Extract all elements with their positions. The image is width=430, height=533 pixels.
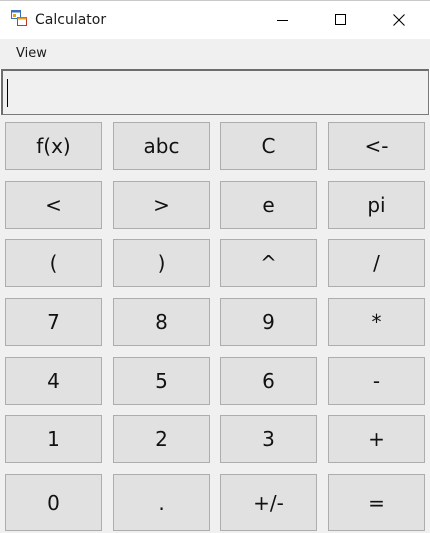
digit-0-button[interactable]: 0 <box>5 474 102 531</box>
close-button[interactable] <box>370 1 428 39</box>
subtract-button[interactable]: - <box>328 357 425 405</box>
digit-0-button-label: 0 <box>47 490 60 515</box>
variables-button[interactable]: abc <box>113 122 210 170</box>
negate-button-label: +/- <box>253 490 284 515</box>
display-field[interactable] <box>1 69 429 115</box>
equals-button-label: = <box>368 490 385 515</box>
digit-1-button[interactable]: 1 <box>5 415 102 463</box>
subtract-button-label: - <box>372 369 381 393</box>
digit-6-button[interactable]: 6 <box>220 357 317 405</box>
maximize-button[interactable] <box>312 1 370 39</box>
digit-3-button-label: 3 <box>262 427 275 451</box>
digit-7-button-label: 7 <box>47 310 60 334</box>
backspace-button-label: <- <box>364 134 389 158</box>
maximize-icon <box>335 14 346 25</box>
variables-button-label: abc <box>143 134 180 158</box>
add-button[interactable]: + <box>328 415 425 463</box>
digit-7-button[interactable]: 7 <box>5 298 102 346</box>
add-button-label: + <box>368 427 385 451</box>
menu-item-view[interactable]: View <box>8 44 55 64</box>
open-paren-button-label: ( <box>49 251 58 275</box>
clear-button[interactable]: C <box>220 122 317 170</box>
close-paren-button[interactable]: ) <box>113 239 210 287</box>
text-caret <box>7 79 8 107</box>
display-input[interactable] <box>3 71 428 114</box>
euler-button-label: e <box>262 193 275 217</box>
app-window-icon <box>11 10 27 26</box>
close-icon <box>393 14 405 26</box>
digit-6-button-label: 6 <box>262 369 275 393</box>
multiply-button[interactable]: * <box>328 298 425 346</box>
digit-8-button-label: 8 <box>155 310 168 334</box>
digit-4-button[interactable]: 4 <box>5 357 102 405</box>
digit-2-button[interactable]: 2 <box>113 415 210 463</box>
digit-5-button[interactable]: 5 <box>113 357 210 405</box>
decimal-point-button[interactable]: . <box>113 474 210 531</box>
digit-9-button[interactable]: 9 <box>220 298 317 346</box>
equals-button[interactable]: = <box>328 474 425 531</box>
digit-5-button-label: 5 <box>155 369 168 393</box>
digit-1-button-label: 1 <box>47 427 60 451</box>
window-title: Calculator <box>35 12 107 28</box>
euler-button[interactable]: e <box>220 181 317 229</box>
open-paren-button[interactable]: ( <box>5 239 102 287</box>
divide-button-label: / <box>373 251 380 275</box>
calculator-window: Calculator View f(x) abc C <- < > e pi (… <box>0 0 430 533</box>
minimize-button[interactable] <box>254 1 312 39</box>
greater-than-button-label: > <box>153 193 170 217</box>
multiply-button-label: * <box>371 310 382 334</box>
greater-than-button[interactable]: > <box>113 181 210 229</box>
title-bar[interactable]: Calculator <box>0 1 430 39</box>
digit-3-button[interactable]: 3 <box>220 415 317 463</box>
minimize-icon <box>277 20 288 21</box>
power-button-label: ^ <box>260 251 277 275</box>
digit-8-button[interactable]: 8 <box>113 298 210 346</box>
function-button-label: f(x) <box>36 134 71 158</box>
backspace-button[interactable]: <- <box>328 122 425 170</box>
divide-button[interactable]: / <box>328 239 425 287</box>
menu-bar: View <box>0 39 430 69</box>
digit-2-button-label: 2 <box>155 427 168 451</box>
negate-button[interactable]: +/- <box>220 474 317 531</box>
power-button[interactable]: ^ <box>220 239 317 287</box>
decimal-point-button-label: . <box>158 490 165 515</box>
clear-button-label: C <box>261 134 276 158</box>
less-than-button[interactable]: < <box>5 181 102 229</box>
less-than-button-label: < <box>45 193 62 217</box>
function-button[interactable]: f(x) <box>5 122 102 170</box>
pi-button[interactable]: pi <box>328 181 425 229</box>
digit-4-button-label: 4 <box>47 369 60 393</box>
pi-button-label: pi <box>367 193 386 217</box>
close-paren-button-label: ) <box>157 251 166 275</box>
digit-9-button-label: 9 <box>262 310 275 334</box>
